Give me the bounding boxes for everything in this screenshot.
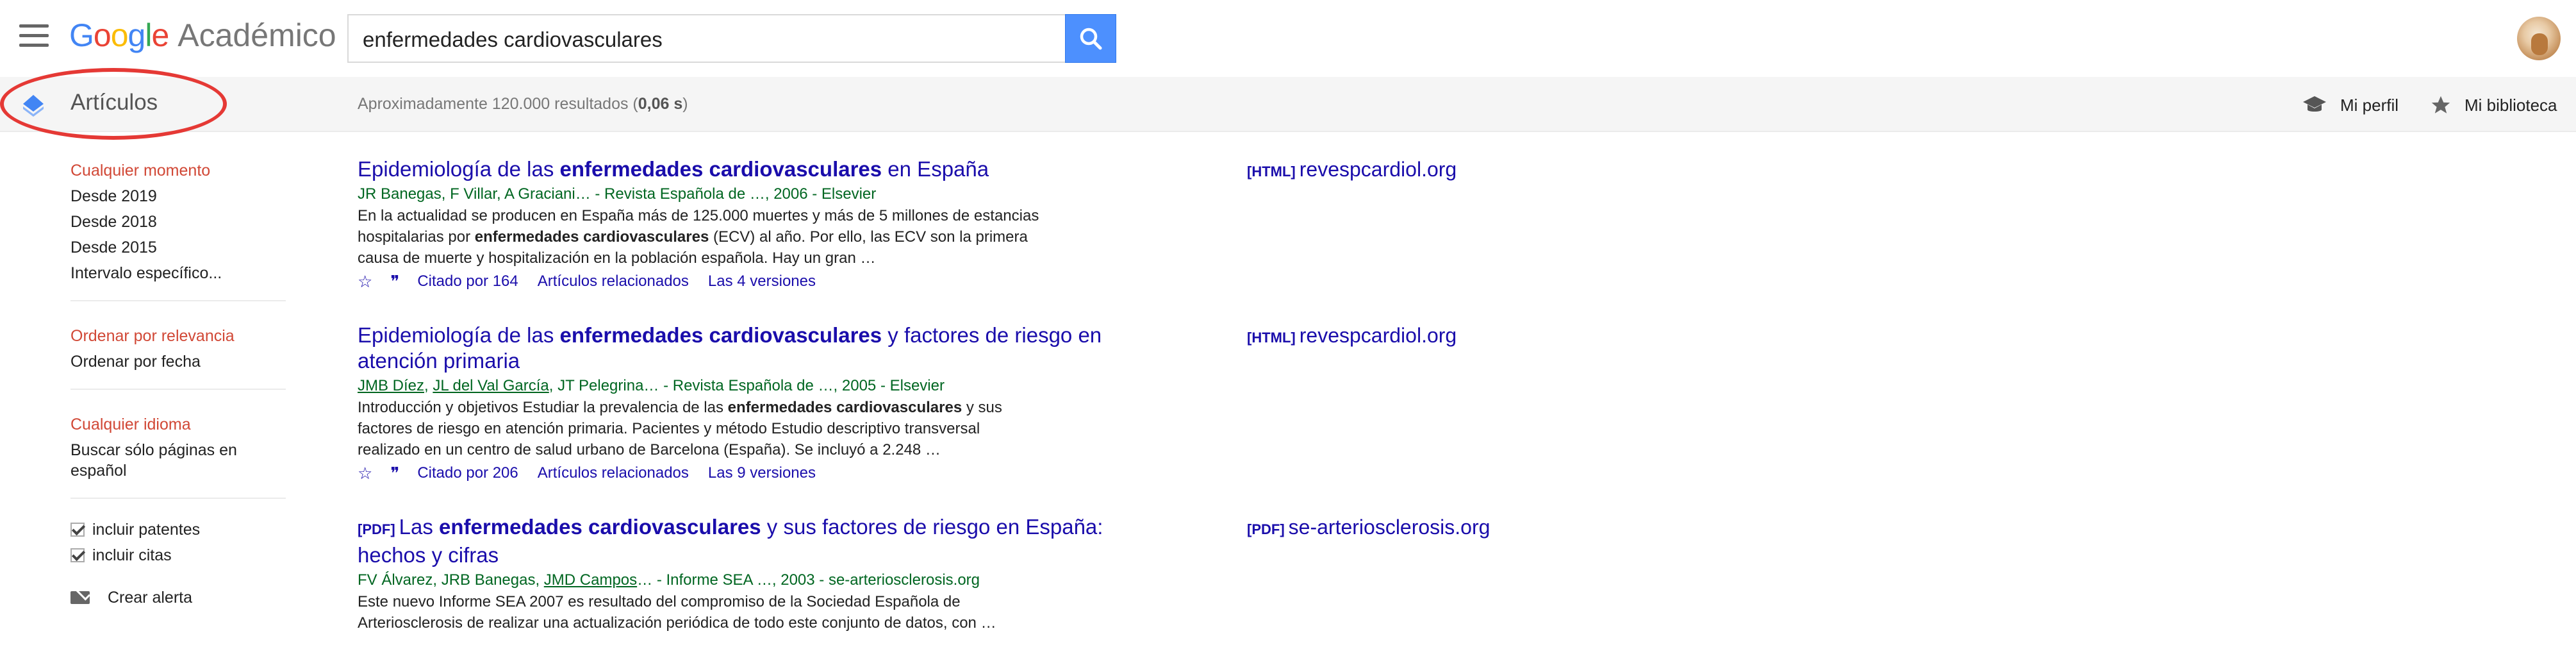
divider: [70, 389, 286, 390]
sub-header: Artículos Aproximadamente 120.000 result…: [0, 77, 2576, 132]
section-title[interactable]: Artículos: [70, 90, 158, 115]
author-link[interactable]: JMB Díez: [358, 377, 424, 394]
sort-by-relevance[interactable]: Ordenar por relevancia: [70, 323, 288, 349]
product-name: Académico: [178, 17, 336, 53]
account-avatar[interactable]: [2517, 17, 2561, 60]
filter-custom-range[interactable]: Intervalo específico...: [70, 260, 288, 286]
result-item: [PDF] Las enfermedades cardiovasculares y…: [358, 514, 1524, 634]
result-actions: ☆ ❞ Citado por 164 Artículos relacionado…: [358, 270, 1524, 293]
divider: [70, 300, 286, 301]
full-text-link[interactable]: [PDF] se-arteriosclerosis.org: [1247, 514, 1490, 542]
lang-any[interactable]: Cualquier idioma: [70, 412, 288, 437]
versions-link[interactable]: Las 9 versiones: [708, 462, 816, 485]
result-snippet: En la actualidad se producen en España m…: [358, 207, 1039, 267]
cited-by-link[interactable]: Citado por 206: [417, 462, 518, 485]
save-star-icon[interactable]: ☆: [358, 270, 372, 293]
my-library-link[interactable]: Mi biblioteca: [2430, 92, 2557, 118]
lang-spanish[interactable]: Buscar sólo páginas en español: [70, 437, 244, 483]
result-item: Epidemiología de las enfermedades cardio…: [358, 323, 1524, 485]
checkbox-checked-icon: [70, 548, 85, 562]
top-bar: Google Académico: [0, 0, 2576, 77]
include-patents-checkbox[interactable]: incluir patentes: [70, 517, 288, 542]
graduation-cap-icon: [2303, 96, 2326, 112]
cite-quote-icon[interactable]: ❞: [390, 270, 399, 293]
search-input[interactable]: [361, 23, 1043, 56]
full-text-link[interactable]: [HTML] revespcardiol.org: [1247, 156, 1457, 185]
results-list: Epidemiología de las enfermedades cardio…: [358, 156, 1524, 663]
related-articles-link[interactable]: Artículos relacionados: [538, 462, 689, 485]
result-snippet: Este nuevo Informe SEA 2007 es resultado…: [358, 593, 996, 632]
author-link[interactable]: JL del Val García: [433, 377, 549, 394]
filter-since-2019[interactable]: Desde 2019: [70, 183, 288, 209]
result-title-link[interactable]: Epidemiología de las enfermedades cardio…: [358, 156, 1120, 182]
filter-since-2015[interactable]: Desde 2015: [70, 235, 288, 260]
result-authors: FV Álvarez, JRB Banegas, JMD Campos… - I…: [358, 571, 980, 589]
filters-sidebar: Cualquier momento Desde 2019 Desde 2018 …: [70, 158, 288, 610]
result-stats: Aproximadamente 120.000 resultados (0,06…: [358, 95, 688, 113]
search-icon: [1080, 28, 1102, 50]
search-button[interactable]: [1065, 14, 1116, 63]
articles-icon: [23, 95, 44, 117]
create-alert-link[interactable]: Crear alerta: [70, 585, 288, 610]
full-text-link[interactable]: [HTML] revespcardiol.org: [1247, 323, 1457, 351]
star-icon: [2431, 96, 2450, 113]
result-snippet: Introducción y objetivos Estudiar la pre…: [358, 399, 1002, 458]
envelope-icon: [70, 591, 90, 604]
versions-link[interactable]: Las 4 versiones: [708, 270, 816, 293]
menu-icon: [19, 24, 49, 28]
result-item: Epidemiología de las enfermedades cardio…: [358, 156, 1524, 293]
sort-filter: Ordenar por relevancia Ordenar por fecha: [70, 323, 288, 374]
include-options: incluir patentes incluir citas: [70, 517, 288, 568]
main-menu-button[interactable]: [19, 24, 49, 47]
checkbox-checked-icon: [70, 523, 85, 537]
my-profile-link[interactable]: Mi perfil: [2302, 92, 2398, 118]
sort-by-date[interactable]: Ordenar por fecha: [70, 349, 288, 374]
include-citations-checkbox[interactable]: incluir citas: [70, 542, 288, 568]
result-authors: JR Banegas, F Villar, A Graciani… - Revi…: [358, 185, 877, 203]
save-star-icon[interactable]: ☆: [358, 462, 372, 485]
divider: [70, 498, 286, 499]
cited-by-link[interactable]: Citado por 164: [417, 270, 518, 293]
result-authors: JMB Díez, JL del Val García, JT Pelegrin…: [358, 377, 945, 394]
google-scholar-logo[interactable]: Google Académico: [69, 17, 336, 54]
author-link[interactable]: JMD Campos: [544, 571, 637, 589]
cite-quote-icon[interactable]: ❞: [390, 462, 399, 485]
filter-any-time[interactable]: Cualquier momento: [70, 158, 288, 183]
language-filter: Cualquier idioma Buscar sólo páginas en …: [70, 412, 288, 483]
search-box: [347, 14, 1065, 63]
result-actions: ☆ ❞ Citado por 206 Artículos relacionado…: [358, 462, 1524, 485]
time-filter: Cualquier momento Desde 2019 Desde 2018 …: [70, 158, 288, 286]
result-title-link[interactable]: Epidemiología de las enfermedades cardio…: [358, 323, 1120, 374]
related-articles-link[interactable]: Artículos relacionados: [538, 270, 689, 293]
result-title-link[interactable]: [PDF] Las enfermedades cardiovasculares y…: [358, 514, 1120, 568]
filter-since-2018[interactable]: Desde 2018: [70, 209, 288, 235]
